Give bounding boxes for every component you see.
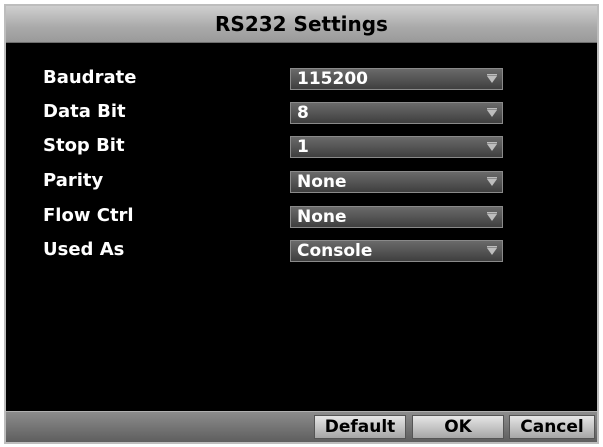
- row-flow-ctrl: Flow Ctrl None: [6, 204, 597, 228]
- chevron-down-icon[interactable]: [485, 175, 499, 189]
- baudrate-select[interactable]: 115200: [290, 68, 503, 90]
- ok-button[interactable]: OK: [412, 415, 504, 439]
- rs232-settings-dialog: RS232 Settings Baudrate 115200 Data Bit …: [4, 4, 599, 444]
- flow-ctrl-label: Flow Ctrl: [43, 205, 134, 226]
- data-bit-select[interactable]: 8: [290, 102, 503, 124]
- baudrate-value: 115200: [297, 69, 368, 89]
- stop-bit-select[interactable]: 1: [290, 136, 503, 158]
- chevron-down-icon[interactable]: [485, 244, 499, 258]
- parity-value: None: [297, 172, 347, 192]
- default-button[interactable]: Default: [314, 415, 406, 439]
- row-parity: Parity None: [6, 169, 597, 193]
- title-bar: RS232 Settings: [6, 6, 597, 43]
- flow-ctrl-value: None: [297, 207, 347, 227]
- row-used-as: Used As Console: [6, 238, 597, 262]
- chevron-down-icon[interactable]: [485, 210, 499, 224]
- stop-bit-value: 1: [297, 137, 309, 157]
- used-as-value: Console: [297, 241, 373, 261]
- used-as-select[interactable]: Console: [290, 240, 503, 262]
- chevron-down-icon[interactable]: [485, 72, 499, 86]
- chevron-down-icon[interactable]: [485, 140, 499, 154]
- row-baudrate: Baudrate 115200: [6, 66, 597, 90]
- cancel-button[interactable]: Cancel: [509, 415, 595, 439]
- data-bit-value: 8: [297, 103, 309, 123]
- chevron-down-icon[interactable]: [485, 106, 499, 120]
- stop-bit-label: Stop Bit: [43, 135, 125, 156]
- parity-label: Parity: [43, 170, 104, 191]
- parity-select[interactable]: None: [290, 171, 503, 193]
- used-as-label: Used As: [43, 239, 125, 260]
- row-data-bit: Data Bit 8: [6, 100, 597, 124]
- dialog-title: RS232 Settings: [215, 12, 388, 36]
- flow-ctrl-select[interactable]: None: [290, 206, 503, 228]
- baudrate-label: Baudrate: [43, 67, 137, 88]
- row-stop-bit: Stop Bit 1: [6, 134, 597, 158]
- button-bar: Default OK Cancel: [6, 411, 597, 442]
- data-bit-label: Data Bit: [43, 101, 126, 122]
